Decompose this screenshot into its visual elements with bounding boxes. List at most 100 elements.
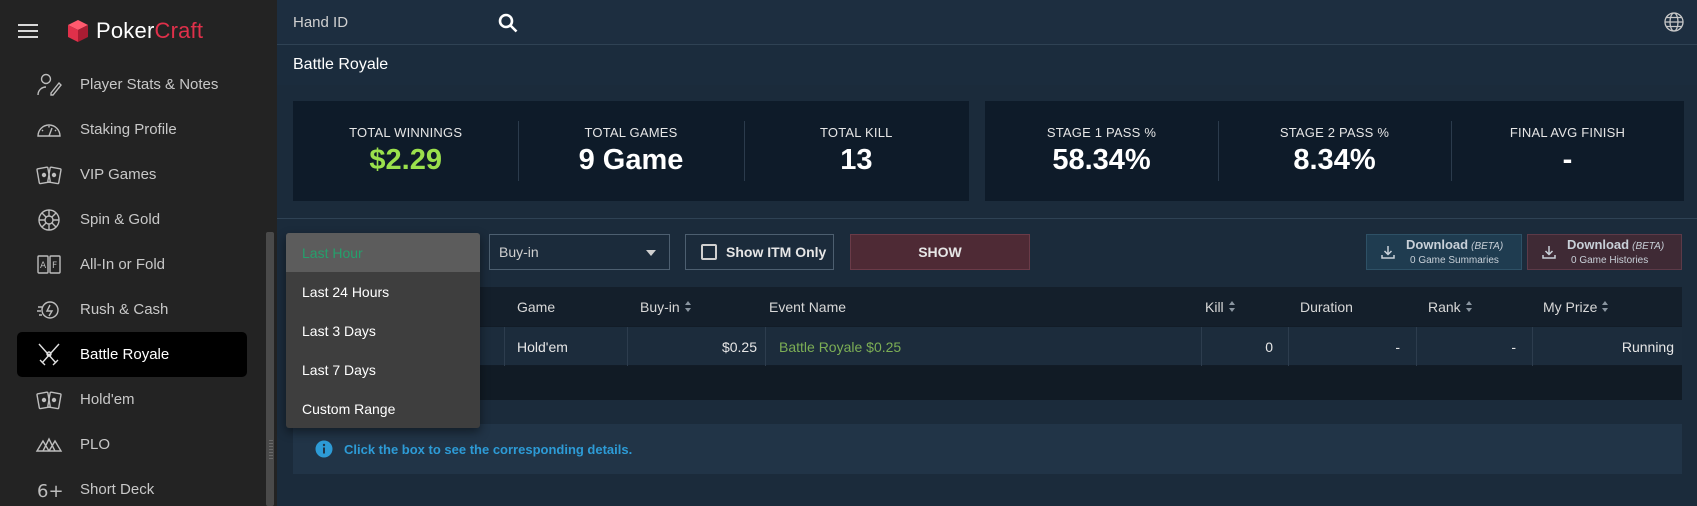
download-title: Download: [1567, 237, 1630, 253]
gauge-icon: [32, 116, 66, 144]
search-icon[interactable]: [497, 12, 519, 34]
hand-id-input[interactable]: Hand ID: [293, 14, 348, 31]
show-itm-label: Show ITM Only: [726, 244, 827, 260]
info-icon: [315, 440, 333, 458]
table-row[interactable]: Hold'em $0.25 Battle Royale $0.25 0 - - …: [293, 326, 1682, 366]
column-separator: [504, 327, 505, 366]
download-title: Download: [1406, 237, 1469, 253]
cell-duration: -: [1395, 338, 1400, 355]
main-content: Hand ID Battle Royale TOTAL WINNINGS $2.…: [277, 0, 1697, 506]
hamburger-menu-icon[interactable]: [18, 24, 38, 38]
checkbox-icon[interactable]: [701, 244, 717, 260]
caret-down-icon: [646, 250, 656, 256]
dropdown-option-custom-range[interactable]: Custom Range: [286, 389, 480, 428]
beta-tag: (BETA): [1471, 241, 1504, 253]
sidebar-item-spin-gold[interactable]: Spin & Gold: [17, 197, 247, 242]
cell-rank: -: [1511, 338, 1516, 355]
sidebar-item-label: Staking Profile: [80, 121, 177, 138]
buyin-select[interactable]: Buy-in: [489, 234, 670, 270]
stat-value: 8.34%: [1293, 144, 1376, 176]
stat-caption: TOTAL WINNINGS: [349, 125, 463, 140]
dropdown-option-last-24-hours[interactable]: Last 24 Hours: [286, 272, 480, 311]
header-label: Event Name: [769, 298, 847, 315]
topbar: Hand ID: [277, 0, 1697, 45]
table-footer: [293, 366, 1682, 400]
sidebar-item-plo[interactable]: PLO: [17, 422, 247, 467]
sidebar-item-holdem[interactable]: Hold'em: [17, 377, 247, 422]
column-header-rank[interactable]: Rank: [1428, 287, 1473, 326]
sort-icon: [1228, 301, 1236, 312]
stat-value: 9 Game: [578, 144, 684, 176]
stat-total-games: TOTAL GAMES 9 Game: [518, 121, 743, 181]
table-header: Game Buy-in Event Name Kill Duration Ran…: [293, 287, 1682, 326]
crossed-swords-icon: [32, 341, 66, 369]
show-itm-only-checkbox[interactable]: Show ITM Only: [685, 234, 834, 270]
header-label: Duration: [1300, 298, 1353, 315]
header-label: Kill: [1205, 298, 1224, 315]
svg-text:6+: 6+: [37, 481, 63, 502]
sidebar-item-player-stats[interactable]: Player Stats & Notes: [17, 62, 247, 107]
stats-section: TOTAL WINNINGS $2.29 TOTAL GAMES 9 Game …: [293, 101, 1684, 201]
holdem-cards-icon: [32, 386, 66, 414]
svg-text:A: A: [40, 261, 47, 271]
plo-cards-icon: [32, 431, 66, 459]
sidebar-item-label: Battle Royale: [80, 346, 170, 363]
header-label: Game: [517, 298, 556, 315]
column-header-buyin[interactable]: Buy-in: [640, 287, 692, 326]
sidebar-item-staking-profile[interactable]: Staking Profile: [17, 107, 247, 152]
logo-cube-icon: [68, 20, 88, 42]
dropdown-option-last-3-days[interactable]: Last 3 Days: [286, 311, 480, 350]
sidebar-item-label: Hold'em: [80, 391, 135, 408]
sidebar-scrollbar[interactable]: [266, 232, 274, 506]
dropdown-option-last-hour[interactable]: Last Hour: [286, 233, 480, 272]
dropdown-option-last-7-days[interactable]: Last 7 Days: [286, 350, 480, 389]
column-separator: [1288, 327, 1289, 366]
column-separator: [765, 327, 766, 366]
sidebar-item-all-in-or-fold[interactable]: AF All-In or Fold: [17, 242, 247, 287]
column-header-game[interactable]: Game: [517, 287, 555, 326]
column-separator: [627, 327, 628, 366]
stat-stage1-pass: STAGE 1 PASS % 58.34%: [985, 121, 1218, 181]
sidebar-item-rush-cash[interactable]: Rush & Cash: [17, 287, 247, 332]
sort-icon: [1602, 301, 1609, 312]
header-label: Buy-in: [640, 298, 680, 315]
logo-row: PokerCraft: [0, 0, 277, 62]
all-in-icon: AF: [32, 251, 66, 279]
stat-total-winnings: TOTAL WINNINGS $2.29: [293, 121, 518, 181]
show-button[interactable]: SHOW: [850, 234, 1030, 270]
sidebar-item-label: Player Stats & Notes: [80, 76, 219, 93]
games-table: Game Buy-in Event Name Kill Duration Ran…: [293, 287, 1682, 400]
sidebar-item-label: Spin & Gold: [80, 211, 161, 228]
column-separator: [1201, 327, 1202, 366]
rush-icon: [32, 296, 66, 324]
scrollbar-grip[interactable]: [269, 440, 273, 460]
download-summaries-button[interactable]: Download (BETA) 0 Game Summaries: [1366, 234, 1522, 270]
stat-caption: STAGE 2 PASS %: [1279, 125, 1390, 140]
sidebar-nav: Player Stats & Notes Staking Profile VIP…: [17, 62, 247, 506]
column-header-event-name[interactable]: Event Name: [769, 287, 846, 326]
cell-buyin: $0.25: [721, 338, 757, 355]
sidebar-item-label: All-In or Fold: [80, 256, 166, 273]
player-stats-icon: [32, 71, 66, 99]
stat-value: 13: [840, 144, 873, 176]
cell-event-name[interactable]: Battle Royale $0.25: [779, 327, 901, 366]
time-range-dropdown: Last Hour Last 24 Hours Last 3 Days Last…: [286, 233, 480, 428]
column-header-my-prize[interactable]: My Prize: [1543, 287, 1609, 326]
globe-icon[interactable]: [1663, 11, 1685, 33]
sidebar-item-vip-games[interactable]: VIP Games: [17, 152, 247, 197]
column-separator: [1532, 327, 1533, 366]
pokercraft-logo[interactable]: PokerCraft: [68, 18, 203, 44]
header-label: My Prize: [1543, 298, 1598, 315]
column-header-kill[interactable]: Kill: [1205, 287, 1236, 326]
stats-panel-totals: TOTAL WINNINGS $2.29 TOTAL GAMES 9 Game …: [293, 101, 969, 201]
page-title: Battle Royale: [293, 56, 389, 73]
download-histories-button[interactable]: Download (BETA) 0 Game Histories: [1527, 234, 1682, 270]
sidebar-item-battle-royale[interactable]: Battle Royale: [17, 332, 247, 377]
stat-caption: STAGE 1 PASS %: [1046, 125, 1157, 140]
cell-my-prize: Running: [1621, 338, 1674, 355]
info-text: Click the box to see the corresponding d…: [344, 441, 633, 457]
sidebar-item-label: Rush & Cash: [80, 301, 169, 318]
column-header-duration[interactable]: Duration: [1300, 287, 1353, 326]
sidebar-item-short-deck[interactable]: 6+ Short Deck: [17, 467, 247, 506]
stat-total-kill: TOTAL KILL 13: [743, 121, 969, 181]
